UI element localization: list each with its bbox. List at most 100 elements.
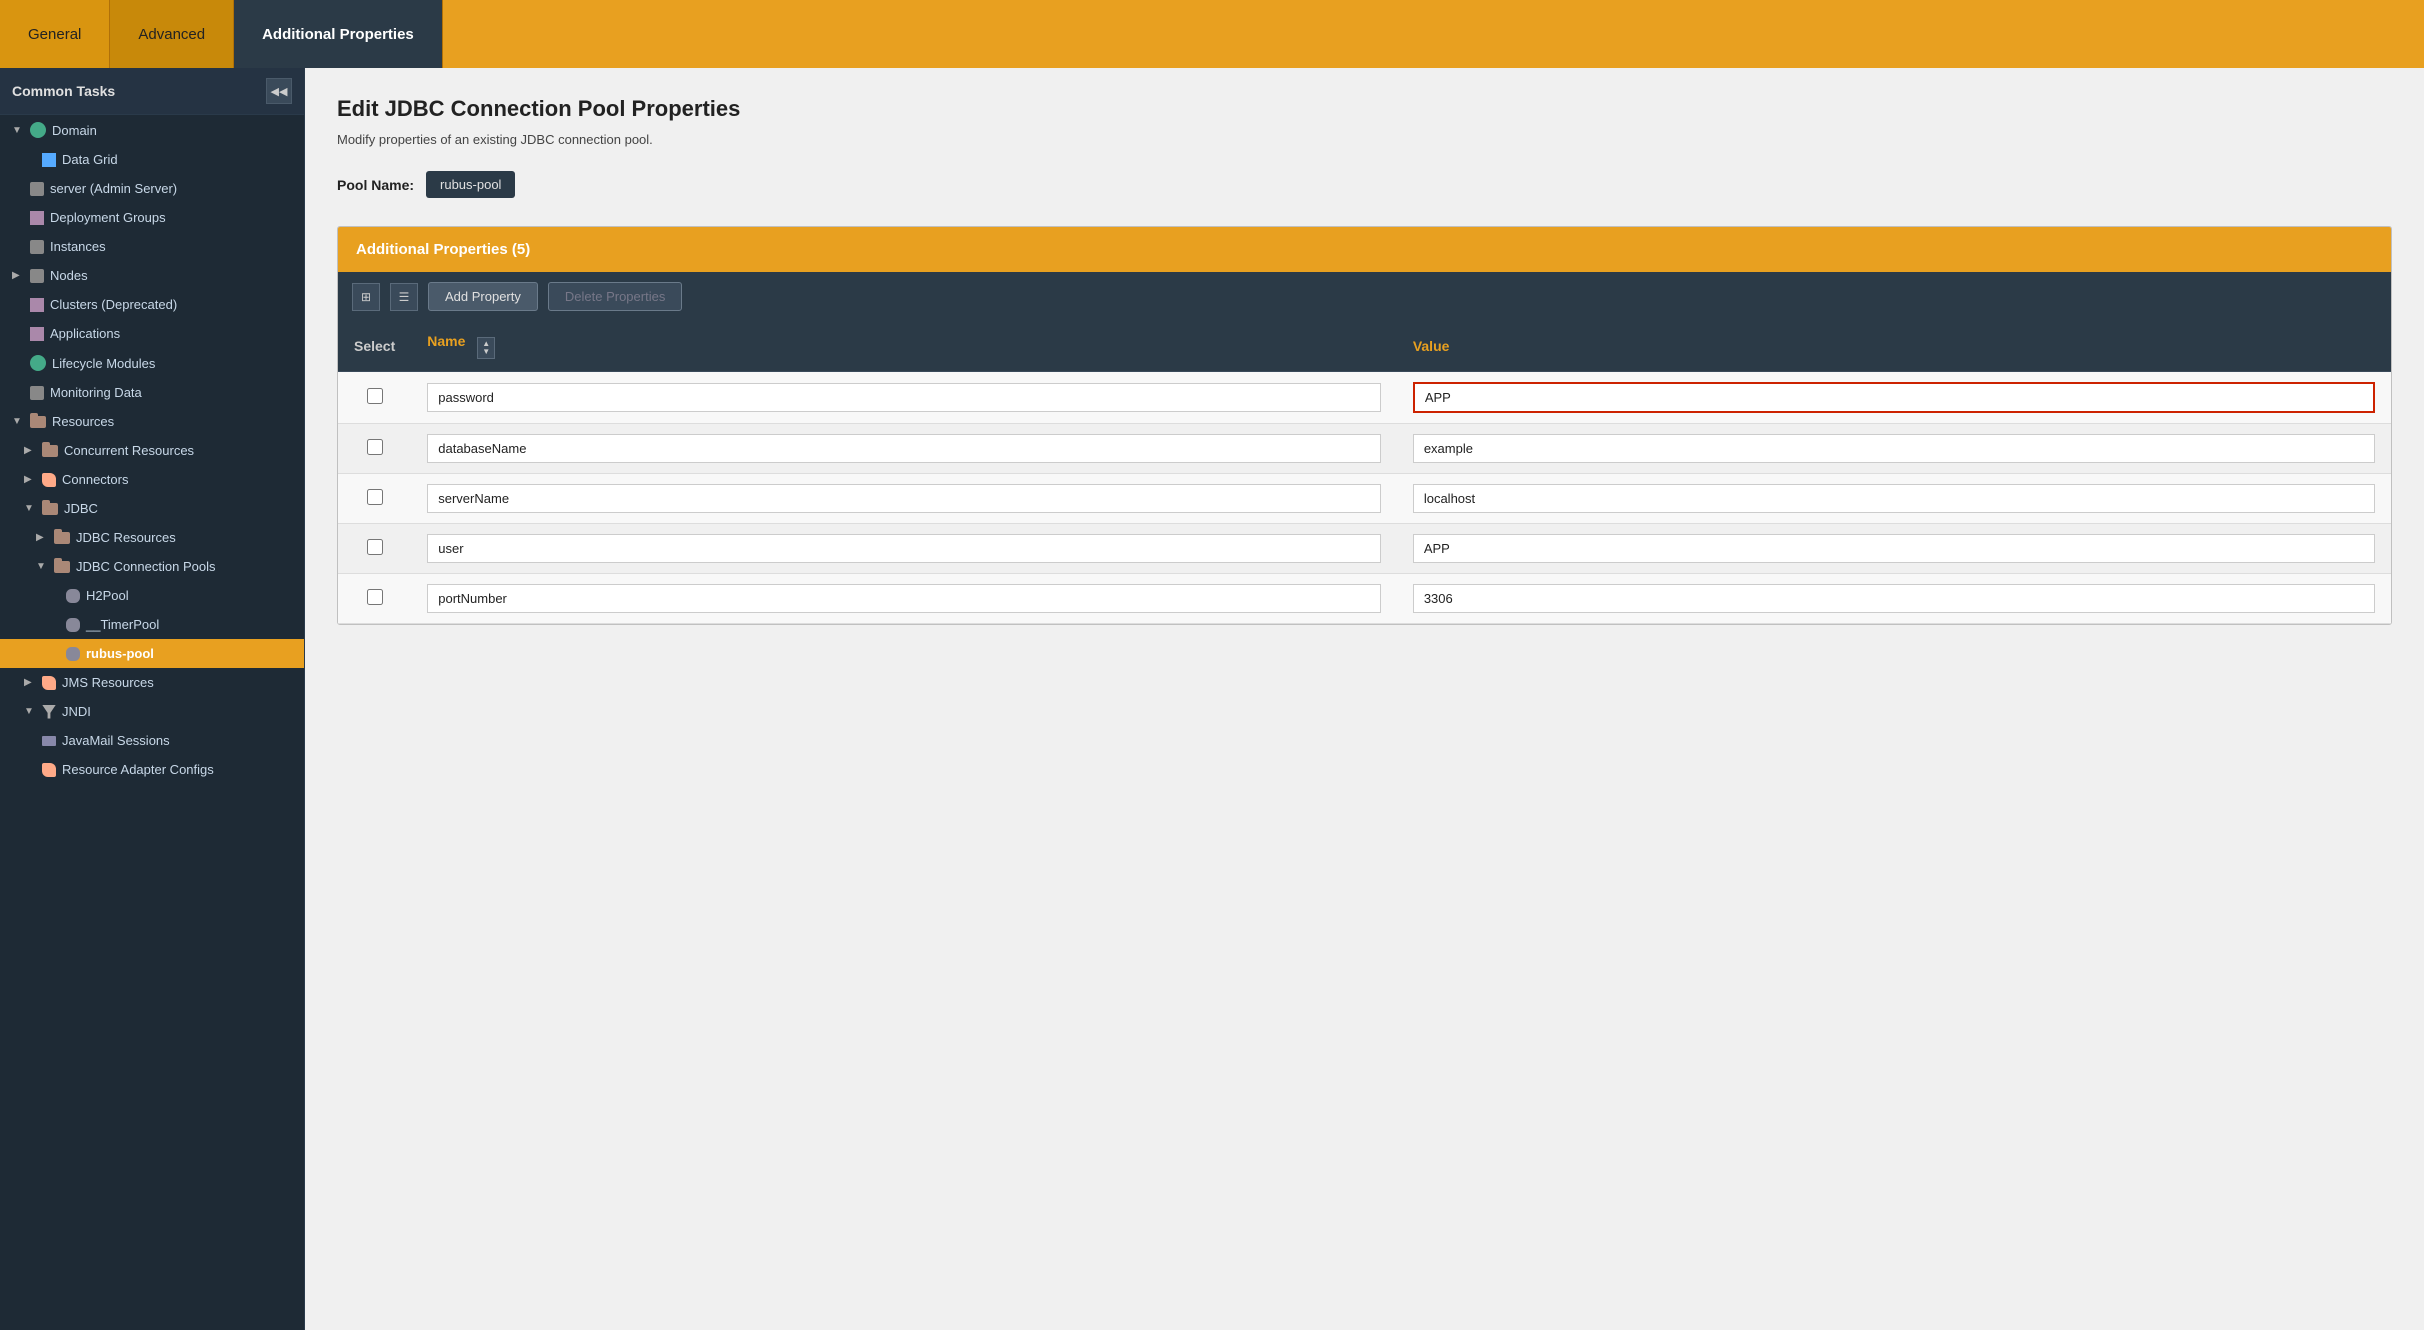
sidebar-item-h2pool[interactable]: H2Pool: [0, 581, 304, 610]
content-area: Edit JDBC Connection Pool Properties Mod…: [305, 68, 2424, 1330]
sidebar-item-label: JDBC Resources: [76, 530, 176, 545]
sidebar-item-data-grid[interactable]: Data Grid: [0, 145, 304, 174]
property-value-input[interactable]: [1413, 584, 2375, 613]
sidebar-item-server[interactable]: server (Admin Server): [0, 174, 304, 203]
sidebar-item-label: rubus-pool: [86, 646, 154, 661]
mail-icon: [42, 736, 56, 746]
sidebar-collapse-button[interactable]: ◀◀: [266, 78, 292, 104]
sidebar-item-nodes[interactable]: ▶ Nodes: [0, 261, 304, 290]
puzzle-icon: [42, 676, 56, 690]
globe-icon: [30, 355, 46, 371]
property-value-input[interactable]: [1413, 434, 2375, 463]
sidebar-item-label: Data Grid: [62, 152, 118, 167]
view-toggle-grid-button[interactable]: ⊞: [352, 283, 380, 311]
sidebar-item-label: Applications: [50, 326, 120, 341]
folder-icon: [54, 561, 70, 573]
additional-properties-header: Additional Properties (5): [338, 227, 2391, 272]
property-name-input[interactable]: [427, 484, 1381, 513]
property-name-input[interactable]: [427, 434, 1381, 463]
sidebar-item-concurrent-resources[interactable]: ▶ Concurrent Resources: [0, 436, 304, 465]
tab-advanced[interactable]: Advanced: [110, 0, 234, 68]
sidebar-item-label: Instances: [50, 239, 106, 254]
table-row: [338, 574, 2391, 624]
sidebar-item-javamail-sessions[interactable]: JavaMail Sessions: [0, 726, 304, 755]
sidebar-item-label: __TimerPool: [86, 617, 159, 632]
gear-icon: [30, 298, 44, 312]
properties-table: Select Name ▲▼ Value: [338, 321, 2391, 624]
sidebar-item-label: JavaMail Sessions: [62, 733, 170, 748]
property-value-input[interactable]: [1413, 382, 2375, 413]
square-icon: [42, 153, 56, 167]
sidebar-item-deployment-groups[interactable]: Deployment Groups: [0, 203, 304, 232]
sidebar-item-domain[interactable]: ▼ Domain: [0, 115, 304, 145]
cylinder-icon: [66, 618, 80, 632]
sidebar-item-connectors[interactable]: ▶ Connectors: [0, 465, 304, 494]
filter-icon: [42, 705, 56, 719]
row-select-checkbox[interactable]: [367, 489, 383, 505]
add-property-button[interactable]: Add Property: [428, 282, 538, 311]
gear-icon: [30, 211, 44, 225]
content-inner: Edit JDBC Connection Pool Properties Mod…: [305, 68, 2424, 1330]
sidebar-item-label: Connectors: [62, 472, 128, 487]
expand-icon: ▼: [24, 503, 36, 514]
sidebar-item-label: Resource Adapter Configs: [62, 762, 214, 777]
sidebar-item-jdbc-connection-pools[interactable]: ▼ JDBC Connection Pools: [0, 552, 304, 581]
sidebar: Common Tasks ◀◀ ▼ Domain Data Grid serve…: [0, 68, 305, 1330]
expand-icon: ▼: [12, 125, 24, 136]
main-layout: Common Tasks ◀◀ ▼ Domain Data Grid serve…: [0, 68, 2424, 1330]
sidebar-item-applications[interactable]: Applications: [0, 319, 304, 348]
property-value-input[interactable]: [1413, 484, 2375, 513]
sidebar-item-jdbc-resources[interactable]: ▶ JDBC Resources: [0, 523, 304, 552]
expand-icon: ▶: [24, 445, 36, 456]
db-icon: [30, 240, 44, 254]
property-name-input[interactable]: [427, 534, 1381, 563]
table-row: [338, 372, 2391, 424]
expand-icon: ▼: [12, 416, 24, 427]
tab-general[interactable]: General: [0, 0, 110, 68]
delete-properties-button[interactable]: Delete Properties: [548, 282, 682, 311]
folder-icon: [54, 532, 70, 544]
property-name-input[interactable]: [427, 383, 1381, 412]
sidebar-item-resource-adapter-configs[interactable]: Resource Adapter Configs: [0, 755, 304, 784]
globe-icon: [30, 122, 46, 138]
sidebar-item-resources[interactable]: ▼ Resources: [0, 407, 304, 436]
col-header-select: Select: [338, 321, 411, 372]
row-select-checkbox[interactable]: [367, 589, 383, 605]
row-select-checkbox[interactable]: [367, 439, 383, 455]
expand-icon: ▼: [24, 706, 36, 717]
sidebar-item-clusters[interactable]: Clusters (Deprecated): [0, 290, 304, 319]
sidebar-item-timerpool[interactable]: __TimerPool: [0, 610, 304, 639]
row-select-checkbox[interactable]: [367, 388, 383, 404]
table-row: [338, 424, 2391, 474]
sidebar-item-jms-resources[interactable]: ▶ JMS Resources: [0, 668, 304, 697]
sidebar-item-jndi[interactable]: ▼ JNDI: [0, 697, 304, 726]
expand-icon: ▼: [36, 561, 48, 572]
sidebar-item-instances[interactable]: Instances: [0, 232, 304, 261]
sidebar-item-jdbc[interactable]: ▼ JDBC: [0, 494, 304, 523]
pool-name-label: Pool Name:: [337, 177, 414, 193]
sidebar-item-lifecycle-modules[interactable]: Lifecycle Modules: [0, 348, 304, 378]
folder-icon: [42, 503, 58, 515]
tab-additional-properties[interactable]: Additional Properties: [234, 0, 443, 68]
sidebar-item-rubus-pool[interactable]: rubus-pool: [0, 639, 304, 668]
sidebar-item-label: JMS Resources: [62, 675, 154, 690]
cylinder-icon: [66, 589, 80, 603]
view-toggle-list-button[interactable]: ☰: [390, 283, 418, 311]
gear-icon: [30, 327, 44, 341]
table-row: [338, 524, 2391, 574]
sidebar-item-label: Clusters (Deprecated): [50, 297, 177, 312]
additional-properties-section: Additional Properties (5) ⊞ ☰ Add Proper…: [337, 226, 2392, 625]
sidebar-item-label: JDBC Connection Pools: [76, 559, 215, 574]
sidebar-item-monitoring-data[interactable]: Monitoring Data: [0, 378, 304, 407]
pool-name-value: rubus-pool: [426, 171, 515, 198]
expand-icon: ▶: [24, 474, 36, 485]
property-name-input[interactable]: [427, 584, 1381, 613]
property-value-input[interactable]: [1413, 534, 2375, 563]
row-select-checkbox[interactable]: [367, 539, 383, 555]
sort-arrows-button[interactable]: ▲▼: [477, 337, 495, 359]
sidebar-item-label: Resources: [52, 414, 114, 429]
page-title: Edit JDBC Connection Pool Properties: [337, 96, 2392, 122]
cylinder-icon: [66, 647, 80, 661]
sidebar-item-label: Nodes: [50, 268, 88, 283]
col-header-name: Name ▲▼: [411, 321, 1397, 372]
